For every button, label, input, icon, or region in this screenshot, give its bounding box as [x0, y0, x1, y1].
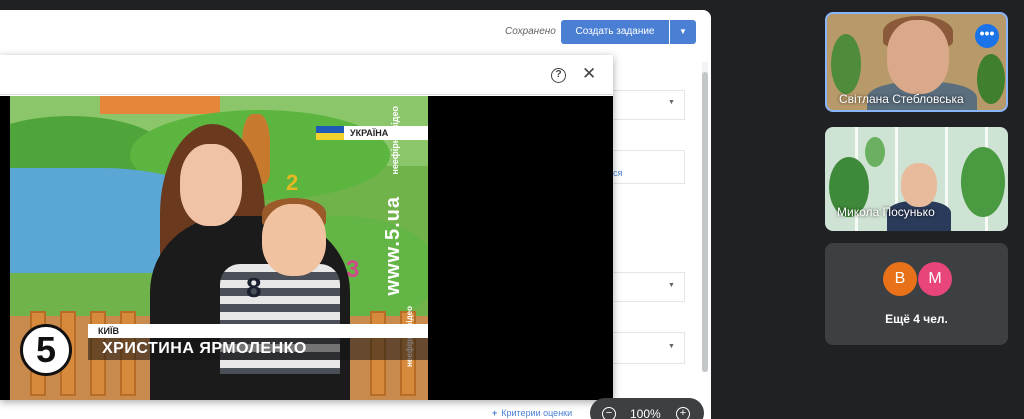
channel-5-logo: 5	[20, 324, 72, 376]
saved-status: Сохранено	[505, 26, 556, 37]
video-player[interactable]: 2 3 8 УКРАЇНА неефірне відео www.5.ua не…	[0, 96, 613, 400]
presenter-face	[180, 144, 242, 226]
scrollbar-thumb[interactable]	[702, 72, 708, 372]
dialog-header: ? ✕	[0, 55, 613, 95]
channel-site: www.5.ua	[382, 196, 404, 296]
avatar: В	[883, 262, 917, 296]
country-label: УКРАЇНА	[344, 126, 428, 140]
city-caption: КИЇВ	[88, 324, 428, 338]
background-field[interactable]	[613, 150, 685, 184]
participant-tile-1[interactable]: ••• Світлана Стебловська	[825, 12, 1008, 112]
zoom-control: − 100% +	[590, 398, 704, 419]
zoom-out-icon[interactable]: −	[602, 407, 616, 419]
background-link-fragment[interactable]: ся	[613, 168, 622, 178]
more-options-icon[interactable]: •••	[975, 24, 999, 48]
ukraine-flag-icon	[316, 126, 344, 140]
rubric-link[interactable]: + Критерии оценки	[492, 408, 572, 418]
chevron-down-icon: ▼	[668, 99, 675, 106]
watermark-text: неефірне відео	[390, 106, 400, 175]
zoom-in-icon[interactable]: +	[676, 407, 690, 419]
plus-icon: +	[492, 408, 498, 418]
child-face	[262, 204, 326, 276]
participant-video	[887, 20, 949, 94]
chevron-down-icon: ▼	[668, 282, 675, 289]
more-participants-tile[interactable]	[825, 243, 1008, 345]
more-participants-count: Ещё 4 чел.	[885, 312, 948, 326]
participant-name: Світлана Стебловська	[839, 92, 964, 106]
close-icon[interactable]: ✕	[582, 65, 596, 83]
help-icon[interactable]: ?	[551, 68, 566, 83]
participant-video	[901, 163, 937, 207]
create-dropdown-caret-icon[interactable]: ▼	[670, 20, 696, 44]
zoom-level: 100%	[630, 407, 661, 419]
chevron-down-icon: ▼	[668, 343, 675, 350]
participant-tile-2[interactable]: Микола Посунько	[825, 127, 1008, 231]
video-frame-image: 2 3 8 УКРАЇНА неефірне відео www.5.ua не…	[10, 96, 428, 400]
rubric-link-label: Критерии оценки	[501, 408, 573, 418]
avatar: М	[918, 262, 952, 296]
participant-name: Микола Посунько	[837, 205, 935, 219]
create-assignment-button[interactable]: Создать задание	[561, 20, 669, 44]
name-caption: ХРИСТИНА ЯРМОЛЕНКО	[88, 338, 428, 360]
video-dialog: ? ✕ 2 3 8 УКРАЇНА неефірне відео www.5.u…	[0, 55, 613, 400]
